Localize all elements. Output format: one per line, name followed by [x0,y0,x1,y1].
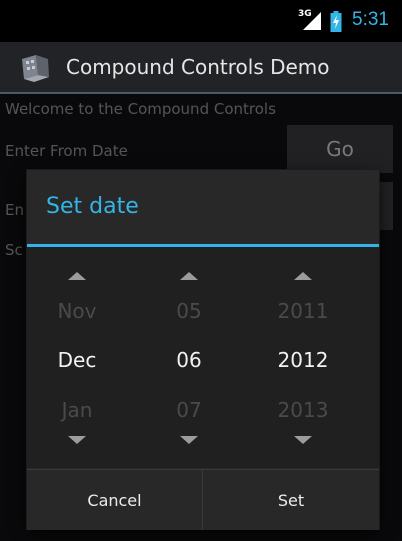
date-picker: Nov Dec Jan 05 06 07 2011 2012 2013 [27,247,379,468]
year-current-value[interactable]: 2012 [243,348,363,372]
set-button-label: Set [277,490,305,510]
dialog-button-bar: Cancel Set [27,469,379,530]
year-next-value[interactable]: 2013 [243,398,363,422]
month-current-value[interactable]: Dec [17,348,137,372]
day-current-value[interactable]: 06 [129,348,249,372]
month-next-value[interactable]: Jan [17,398,137,422]
action-bar: Compound Controls Demo [0,42,402,92]
battery-charging-icon [330,11,342,32]
month-prev-value[interactable]: Nov [17,299,137,323]
day-next-value[interactable]: 07 [129,398,249,422]
signal-strength-icon [303,12,321,30]
cancel-button[interactable]: Cancel [27,470,202,530]
month-increment-icon[interactable] [68,272,86,280]
dialog-title: Set date [46,194,139,219]
date-picker-dialog: Set date Nov Dec Jan 05 06 07 2011 2012 … [27,170,379,530]
status-bar: 3G 5:31 [0,0,402,42]
year-decrement-icon[interactable] [294,436,312,444]
year-prev-value[interactable]: 2011 [243,299,363,323]
cancel-button-label: Cancel [87,490,142,510]
screen: 3G 5:31 Compound Controls Demo Welcome t… [0,0,402,541]
app-title: Compound Controls Demo [66,55,330,79]
day-increment-icon[interactable] [180,272,198,280]
year-increment-icon[interactable] [294,272,312,280]
year-picker[interactable]: 2011 2012 2013 [243,247,363,468]
month-picker[interactable]: Nov Dec Jan [17,247,137,468]
day-prev-value[interactable]: 05 [129,299,249,323]
day-picker[interactable]: 05 06 07 [129,247,249,468]
app-icon[interactable] [18,51,52,85]
status-time: 5:31 [352,9,389,30]
day-decrement-icon[interactable] [180,436,198,444]
set-button[interactable]: Set [203,470,379,530]
month-decrement-icon[interactable] [68,436,86,444]
